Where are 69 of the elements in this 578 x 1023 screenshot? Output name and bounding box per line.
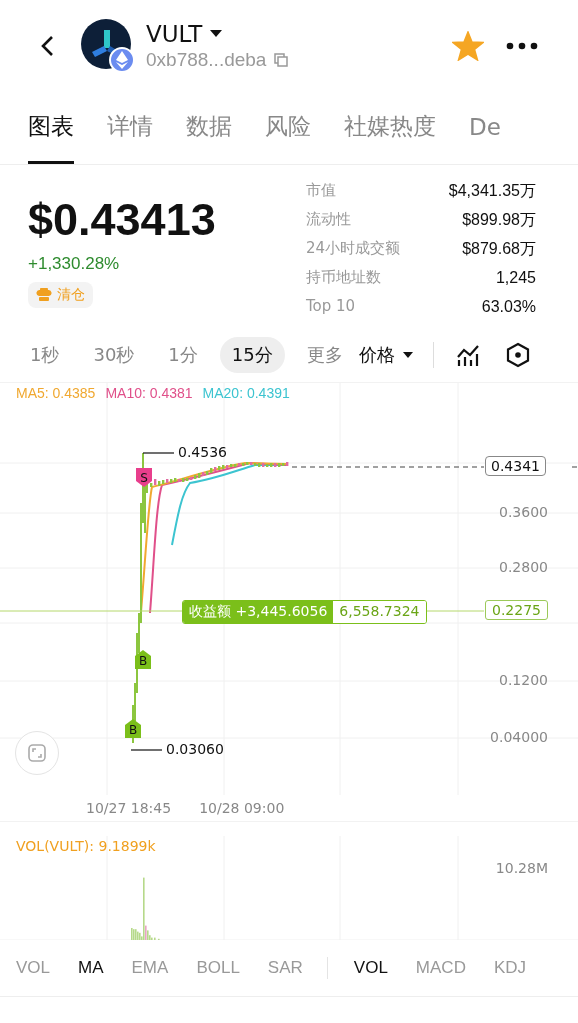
indicator-tab[interactable]: BOLL	[196, 958, 240, 978]
indicator-tab[interactable]: VOL	[16, 958, 51, 978]
stat-label: Top 10	[306, 296, 356, 317]
token-name[interactable]: VULT	[146, 21, 203, 47]
volume-legend: VOL(VULT): 9.1899k	[16, 838, 156, 854]
token-address: 0xb788...deba	[146, 49, 267, 71]
stat-label: 持币地址数	[306, 267, 381, 288]
chef-hat-icon	[36, 288, 52, 302]
interval-tab[interactable]: 15分	[219, 337, 285, 373]
volume-bars-drawing	[131, 877, 160, 940]
stat-label: 流动性	[306, 209, 351, 230]
x-axis-label: 10/27 18:45	[86, 800, 172, 816]
tab[interactable]: 数据	[186, 92, 232, 164]
indicator-chart-icon[interactable]	[455, 344, 480, 366]
tab[interactable]: 详情	[107, 92, 153, 164]
high-price-label: 0.4536	[178, 444, 227, 460]
token-logo-icon	[80, 18, 136, 74]
interval-tab[interactable]: 1分	[156, 337, 210, 373]
pnl-label: 收益额 +3,445.6056	[183, 601, 334, 623]
low-price-label: 0.03060	[166, 741, 224, 757]
y-axis-label: 0.3600	[499, 504, 548, 520]
current-price-tag: 0.4341	[485, 456, 546, 476]
pnl-value: 6,558.7324	[333, 601, 426, 623]
stat-value: 63.03%	[481, 297, 536, 317]
tab[interactable]: 图表	[28, 92, 74, 164]
high-leader-line	[142, 452, 175, 454]
copy-icon[interactable]	[274, 53, 289, 67]
tab[interactable]: 风险	[265, 92, 311, 164]
x-axis-label: 10/28 09:00	[199, 800, 285, 816]
buy-marker: B	[135, 650, 151, 669]
ma-legend: MA5: 0.4385	[16, 385, 96, 401]
indicator-tab[interactable]: VOL	[353, 958, 388, 978]
sell-marker: S	[136, 468, 152, 487]
indicator-tab[interactable]: MACD	[415, 958, 466, 978]
y-axis-label: 0.04000	[490, 729, 548, 745]
y-axis-label: 0.1200	[499, 672, 548, 688]
back-icon[interactable]	[40, 35, 54, 57]
price-mode-dropdown[interactable]: 价格	[358, 343, 413, 367]
tab[interactable]: 社媒热度	[344, 92, 436, 164]
caret-icon	[402, 351, 413, 359]
caret-icon[interactable]	[210, 30, 223, 38]
interval-tab[interactable]: 更多	[294, 337, 355, 373]
price-change: +1,330.28%	[28, 254, 121, 274]
stat-label: 24小时成交额	[306, 238, 401, 259]
position-price-tag: 0.2275	[485, 600, 548, 620]
interval-tab[interactable]: 30秒	[81, 337, 147, 373]
indicator-tab[interactable]: EMA	[131, 958, 169, 978]
price: $0.43413	[28, 194, 216, 246]
volume-max-label: 10.28M	[495, 860, 548, 876]
indicator-tab[interactable]: KDJ	[493, 958, 527, 978]
stat-label: 市值	[306, 180, 336, 201]
stat-value: $4,341.35万	[448, 181, 536, 201]
badge-label: 清仓	[57, 286, 85, 304]
stat-value: 1,245	[495, 268, 536, 288]
ma-legend: MA10: 0.4381	[105, 385, 193, 401]
indicator-tab[interactable]: MA	[78, 958, 104, 978]
star-icon[interactable]	[452, 31, 484, 61]
interval-tab[interactable]: 1秒	[18, 337, 72, 373]
stat-value: $879.68万	[462, 239, 536, 259]
hexagon-settings-icon[interactable]	[505, 342, 530, 368]
ma-legend: MA20: 0.4391	[202, 385, 290, 401]
buy-marker: B	[125, 719, 141, 738]
stat-value: $899.98万	[462, 210, 536, 230]
more-icon[interactable]	[506, 42, 538, 50]
expand-icon	[27, 743, 47, 763]
low-leader-line	[130, 749, 163, 751]
y-axis-label: 0.2800	[499, 559, 548, 575]
indicator-tab[interactable]: SAR	[267, 958, 303, 978]
tab[interactable]: De	[469, 92, 501, 164]
